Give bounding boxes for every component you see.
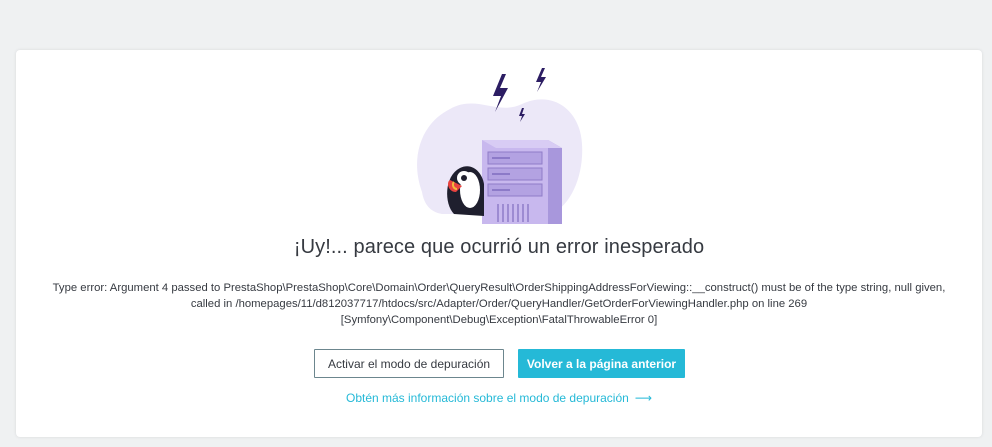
- arrow-right-icon: ⟶: [634, 391, 653, 405]
- server-tower-top: [482, 140, 562, 148]
- server-error-illustration: [417, 68, 583, 224]
- error-message: Type error: Argument 4 passed to PrestaS…: [22, 280, 976, 328]
- error-card: ¡Uy!... parece que ocurrió un error ines…: [16, 50, 982, 437]
- error-message-line: [Symfony\Component\Debug\Exception\Fatal…: [340, 314, 658, 326]
- lightning-icon: [493, 74, 508, 112]
- error-message-line: Type error: Argument 4 passed to PrestaS…: [52, 282, 946, 294]
- error-message-line: called in /homepages/11/d812037717/htdoc…: [190, 298, 808, 310]
- error-title: ¡Uy!... parece que ocurrió un error ines…: [293, 236, 705, 258]
- go-back-button[interactable]: Volver a la página anterior: [518, 349, 685, 378]
- learn-more-label[interactable]: Obtén más información sobre el modo de d…: [346, 391, 629, 405]
- enable-debug-mode-button[interactable]: Activar el modo de depuración: [314, 349, 504, 378]
- server-tower-side: [548, 140, 562, 224]
- learn-more-debug-link[interactable]: Obtén más información sobre el modo de d…: [16, 391, 982, 405]
- page: ¡Uy!... parece que ocurrió un error ines…: [0, 0, 992, 447]
- lightning-icon: [536, 68, 546, 92]
- vent-grille: [497, 204, 529, 222]
